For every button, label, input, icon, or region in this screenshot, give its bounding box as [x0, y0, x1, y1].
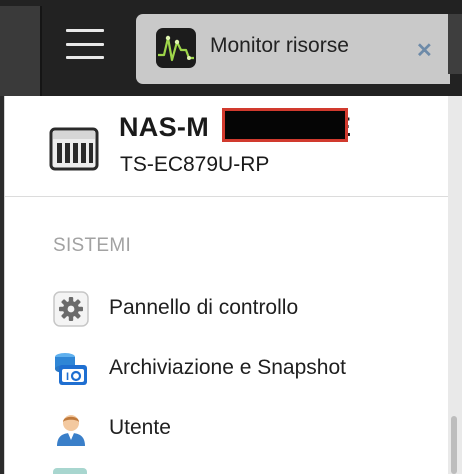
panel-divider — [5, 196, 449, 197]
device-model: TS-EC879U-RP — [120, 153, 270, 176]
menu-item-storage-snapshots[interactable]: I Archiviazione e Snapshot — [45, 344, 445, 394]
section-header-systems: SISTEMI — [53, 235, 132, 256]
taskbar-divider — [40, 6, 42, 96]
taskbar-app-tab[interactable]: Monitor risorse ✕ — [136, 14, 450, 84]
app-tab-title: Monitor risorse — [210, 34, 349, 57]
redaction-box — [222, 108, 348, 142]
menu-item-control-panel[interactable]: Pannello di controllo — [45, 284, 445, 334]
user-icon — [53, 411, 89, 447]
menu-item-label: Pannello di controllo — [109, 296, 299, 319]
taskbar: Monitor risorse ✕ — [0, 0, 462, 96]
app-root: Monitor risorse ✕ NAS-ME TS-EC879U-RP SI… — [0, 0, 462, 474]
close-icon[interactable]: ✕ — [416, 41, 433, 61]
control-panel-gear-icon — [53, 291, 89, 327]
hamburger-menu-icon[interactable] — [66, 28, 104, 60]
storage-snapshot-icon: I — [53, 351, 89, 387]
menu-item-partial-icon — [53, 468, 87, 474]
main-menu-panel: NAS-ME TS-EC879U-RP SISTEMI — [4, 96, 449, 474]
taskbar-left-edge — [0, 6, 42, 96]
panel-scrollbar[interactable] — [448, 96, 462, 474]
taskbar-right-edge — [448, 14, 462, 74]
device-name-prefix: NAS-M — [119, 112, 209, 142]
resource-monitor-icon — [156, 28, 196, 68]
menu-item-user[interactable]: Utente — [45, 404, 445, 454]
menu-item-label: Utente — [109, 416, 171, 439]
nas-device-icon — [49, 126, 99, 172]
svg-text:I: I — [66, 371, 69, 383]
menu-item-label: Archiviazione e Snapshot — [109, 356, 346, 379]
